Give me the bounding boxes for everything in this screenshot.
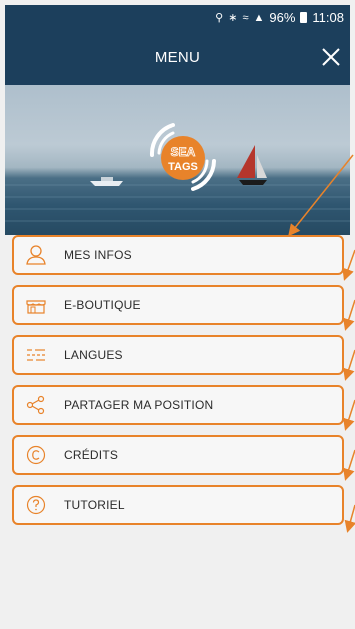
header-bar: MENU bbox=[5, 30, 350, 85]
logo-text-bottom: TAGS bbox=[168, 161, 198, 173]
list-icon bbox=[22, 341, 50, 369]
battery-percent: 96% bbox=[269, 10, 296, 25]
menu-item-label: TUTORIEL bbox=[64, 498, 125, 512]
logo-text-top: SEA bbox=[171, 145, 196, 159]
share-icon bbox=[22, 391, 50, 419]
boat-image bbox=[90, 177, 123, 186]
menu-item-label: E-BOUTIQUE bbox=[64, 298, 141, 312]
menu-item-label: CRÉDITS bbox=[64, 448, 119, 462]
close-icon[interactable] bbox=[318, 44, 344, 70]
menu-item-e-boutique[interactable]: E-BOUTIQUE bbox=[12, 285, 344, 325]
menu-item-partager-position[interactable]: PARTAGER MA POSITION bbox=[12, 385, 344, 425]
menu-item-langues[interactable]: LANGUES bbox=[12, 335, 344, 375]
status-time: 11:08 bbox=[312, 10, 344, 25]
user-icon bbox=[22, 241, 50, 269]
menu-item-label: LANGUES bbox=[64, 348, 123, 362]
battery-icon bbox=[300, 12, 308, 23]
menu-item-label: MES INFOS bbox=[64, 248, 132, 262]
signal-icon: ▲ bbox=[253, 11, 265, 24]
help-icon bbox=[22, 491, 50, 519]
sea-tags-logo: SEA TAGS bbox=[149, 123, 216, 191]
menu-item-tutoriel[interactable]: TUTORIEL bbox=[12, 485, 344, 525]
sailboat-image bbox=[237, 145, 267, 185]
menu-list: MES INFOS E-BOUTIQUE LANGUES PARTAGER MA… bbox=[5, 235, 350, 629]
menu-item-mes-infos[interactable]: MES INFOS bbox=[12, 235, 344, 275]
hero-banner: SEA TAGS bbox=[5, 85, 350, 235]
copyright-icon bbox=[22, 441, 50, 469]
shop-icon bbox=[22, 291, 50, 319]
wifi-icon: ≈ bbox=[242, 11, 249, 24]
menu-item-label: PARTAGER MA POSITION bbox=[64, 398, 214, 412]
location-icon: ⚲ bbox=[215, 12, 224, 24]
page-title: MENU bbox=[154, 49, 201, 66]
status-bar: ⚲ ∗ ≈ ▲ 96% 11:08 bbox=[5, 5, 350, 30]
menu-item-credits[interactable]: CRÉDITS bbox=[12, 435, 344, 475]
bluetooth-icon: ∗ bbox=[228, 12, 238, 24]
